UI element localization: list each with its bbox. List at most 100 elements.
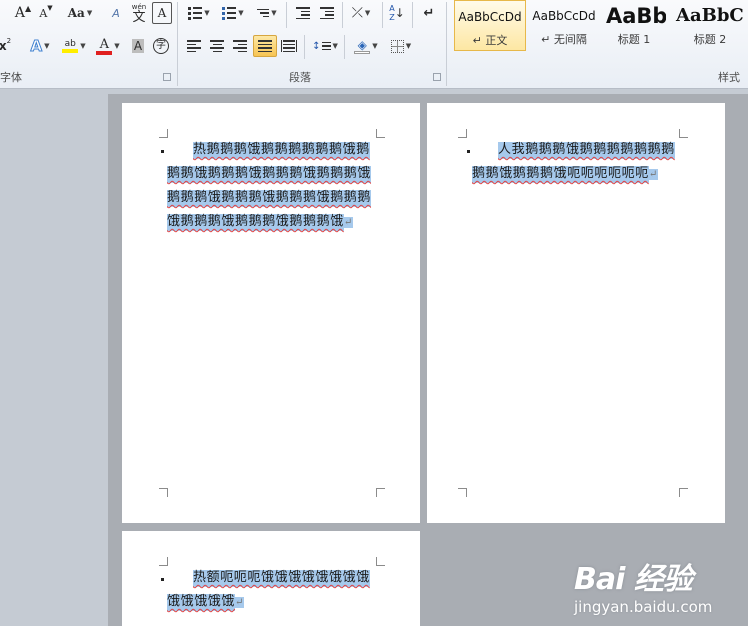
justify-icon <box>258 40 272 52</box>
paragraph-group-label: 段落 <box>289 71 311 84</box>
numbering-button[interactable]: ▼ <box>218 2 248 24</box>
margin-corner-icon <box>679 129 688 138</box>
align-right-icon <box>233 40 247 52</box>
show-formatting-button[interactable]: ↵ <box>418 2 440 24</box>
grow-font-button[interactable]: A ▲ <box>12 2 34 24</box>
char-border-button[interactable]: A <box>152 2 172 24</box>
ribbon: A ▲ A ▼ Aa ▼ A wén 文 A x2 A ▼ ab ▼ A ▼ A 字 字… <box>0 0 748 89</box>
font-color-icon: A <box>96 38 113 55</box>
margin-corner-icon <box>159 557 168 566</box>
chinese-layout-button[interactable]: ⤫ ▼ <box>346 2 376 24</box>
separator <box>342 2 343 28</box>
watermark-logo: Bai 经验 <box>574 562 693 597</box>
separator <box>382 2 383 28</box>
selected-text[interactable]: 热额呃呃呃饿饿饿饿饿饿饿饿饿饿饿饿饿 <box>167 570 370 611</box>
justify-button[interactable] <box>253 35 277 57</box>
distributed-icon <box>281 40 297 52</box>
style-heading-2[interactable]: AaBbC 标题 2 <box>672 0 748 51</box>
numbering-icon <box>222 6 237 20</box>
highlighter-icon: ab <box>62 39 79 53</box>
enclose-char-button[interactable]: 字 <box>150 35 172 57</box>
clear-format-icon: A <box>112 6 120 20</box>
bullets-icon <box>188 6 203 20</box>
separator <box>304 35 305 59</box>
document-area[interactable]: 热鹅鹅鹅饿鹅鹅鹅鹅鹅鹅饿鹅鹅鹅饿鹅鹅鹅饿鹅鹅鹅饿鹅鹅鹅饿鹅鹅鹅饿鹅鹅鹅饿鹅鹅鹅饿… <box>0 89 748 626</box>
separator <box>412 2 413 28</box>
char-border-icon: A <box>157 6 167 20</box>
page-3[interactable]: 热额呃呃呃饿饿饿饿饿饿饿饿饿饿饿饿饿↵ <box>122 531 420 626</box>
styles-group-label: 样式 <box>718 71 740 84</box>
page-1[interactable]: 热鹅鹅鹅饿鹅鹅鹅鹅鹅鹅饿鹅鹅鹅饿鹅鹅鹅饿鹅鹅鹅饿鹅鹅鹅饿鹅鹅鹅饿鹅鹅鹅饿鹅鹅鹅饿… <box>122 103 420 523</box>
selected-text[interactable]: 人我鹅鹅鹅饿鹅鹅鹅鹅鹅鹅鹅鹅鹅饿鹅鹅鹅饿呃呃呃呃呃呃 <box>472 142 675 183</box>
margin-corner-icon <box>376 129 385 138</box>
paragraph[interactable]: 热额呃呃呃饿饿饿饿饿饿饿饿饿饿饿饿饿↵ <box>167 566 379 615</box>
line-spacing-button[interactable]: ↕ ▼ <box>310 35 340 57</box>
enclose-char-icon: 字 <box>153 38 169 54</box>
multilevel-list-icon <box>257 8 270 18</box>
margin-corner-icon <box>458 129 467 138</box>
sort-button[interactable]: A Z ↓ <box>386 0 408 26</box>
text-effects-icon: A <box>30 37 43 56</box>
chinese-layout-icon: ⤫ <box>351 5 363 21</box>
increase-indent-button[interactable] <box>316 2 338 24</box>
shading-button[interactable]: ◈ ▼ <box>350 35 382 57</box>
char-shading-icon: A <box>131 39 145 53</box>
font-group-label: 字体 <box>0 71 22 84</box>
text-effects-button[interactable]: A ▼ <box>24 35 56 57</box>
change-case-icon: Aa <box>67 6 85 20</box>
paragraph-mark-icon: ↵ <box>343 217 353 228</box>
selected-text[interactable]: 热鹅鹅鹅饿鹅鹅鹅鹅鹅鹅饿鹅鹅鹅饿鹅鹅鹅饿鹅鹅鹅饿鹅鹅鹅饿鹅鹅鹅饿鹅鹅鹅饿鹅鹅鹅饿… <box>167 142 372 231</box>
bullet-icon <box>161 578 164 581</box>
align-left-icon <box>187 40 201 52</box>
change-case-button[interactable]: Aa ▼ <box>64 2 96 24</box>
font-color-button[interactable]: A ▼ <box>92 35 124 57</box>
baidu-watermark: Bai 经验 jingyan.baidu.com <box>572 548 748 626</box>
styles-gallery: AaBbCcDd ↵ 正文 AaBbCcDd ↵ 无间隔 AaBb 标题 1 A… <box>450 0 748 56</box>
paragraph[interactable]: 热鹅鹅鹅饿鹅鹅鹅鹅鹅鹅饿鹅鹅鹅饿鹅鹅鹅饿鹅鹅鹅饿鹅鹅鹅饿鹅鹅鹅饿鹅鹅鹅饿鹅鹅鹅饿… <box>167 138 379 235</box>
paragraph-mark-icon: ↵ <box>423 5 435 21</box>
borders-icon <box>390 39 404 53</box>
decrease-indent-icon <box>296 7 310 19</box>
separator <box>344 35 345 59</box>
style-normal[interactable]: AaBbCcDd ↵ 正文 <box>454 0 526 51</box>
superscript-button[interactable]: x2 <box>0 35 14 57</box>
clear-format-button[interactable]: A <box>104 2 128 24</box>
char-shading-button[interactable]: A <box>128 35 148 57</box>
shrink-font-button[interactable]: A ▼ <box>36 2 56 24</box>
distributed-button[interactable] <box>279 35 299 57</box>
align-left-button[interactable] <box>184 35 204 57</box>
bullets-button[interactable]: ▼ <box>184 2 214 24</box>
paragraph[interactable]: 人我鹅鹅鹅饿鹅鹅鹅鹅鹅鹅鹅鹅鹅饿鹅鹅鹅饿呃呃呃呃呃呃↵ <box>472 138 684 187</box>
paragraph-mark-icon: ↵ <box>235 597 244 608</box>
margin-corner-icon <box>376 557 385 566</box>
align-right-button[interactable] <box>230 35 250 57</box>
align-center-icon <box>210 40 224 52</box>
phonetic-guide-button[interactable]: wén 文 <box>128 0 150 26</box>
bullet-icon <box>467 150 470 153</box>
margin-corner-icon <box>679 488 688 497</box>
paragraph-mark-icon: ↵ <box>648 169 658 180</box>
paragraph-dialog-launcher-icon[interactable] <box>433 73 441 81</box>
line-spacing-icon: ↕ <box>312 41 331 52</box>
multilevel-list-button[interactable]: ▼ <box>252 2 282 24</box>
margin-corner-icon <box>458 488 467 497</box>
group-separator <box>177 2 178 86</box>
borders-button[interactable]: ▼ <box>386 35 416 57</box>
increase-indent-icon <box>320 7 334 19</box>
margin-corner-icon <box>159 488 168 497</box>
margin-corner-icon <box>159 129 168 138</box>
decrease-indent-button[interactable] <box>292 2 314 24</box>
paint-bucket-icon: ◈ <box>354 39 371 54</box>
style-no-spacing[interactable]: AaBbCcDd ↵ 无间隔 <box>528 0 600 51</box>
style-heading-1[interactable]: AaBb 标题 1 <box>602 0 666 51</box>
separator <box>286 2 287 28</box>
shrink-font-icon: A <box>39 6 48 20</box>
highlight-button[interactable]: ab ▼ <box>58 35 90 57</box>
watermark-url: jingyan.baidu.com <box>574 598 713 616</box>
page-2[interactable]: 人我鹅鹅鹅饿鹅鹅鹅鹅鹅鹅鹅鹅鹅饿鹅鹅鹅饿呃呃呃呃呃呃↵ <box>427 103 725 523</box>
align-center-button[interactable] <box>207 35 227 57</box>
font-dialog-launcher-icon[interactable] <box>163 73 171 81</box>
bullet-icon <box>161 150 164 153</box>
grow-font-icon: A <box>14 5 25 21</box>
margin-corner-icon <box>376 488 385 497</box>
